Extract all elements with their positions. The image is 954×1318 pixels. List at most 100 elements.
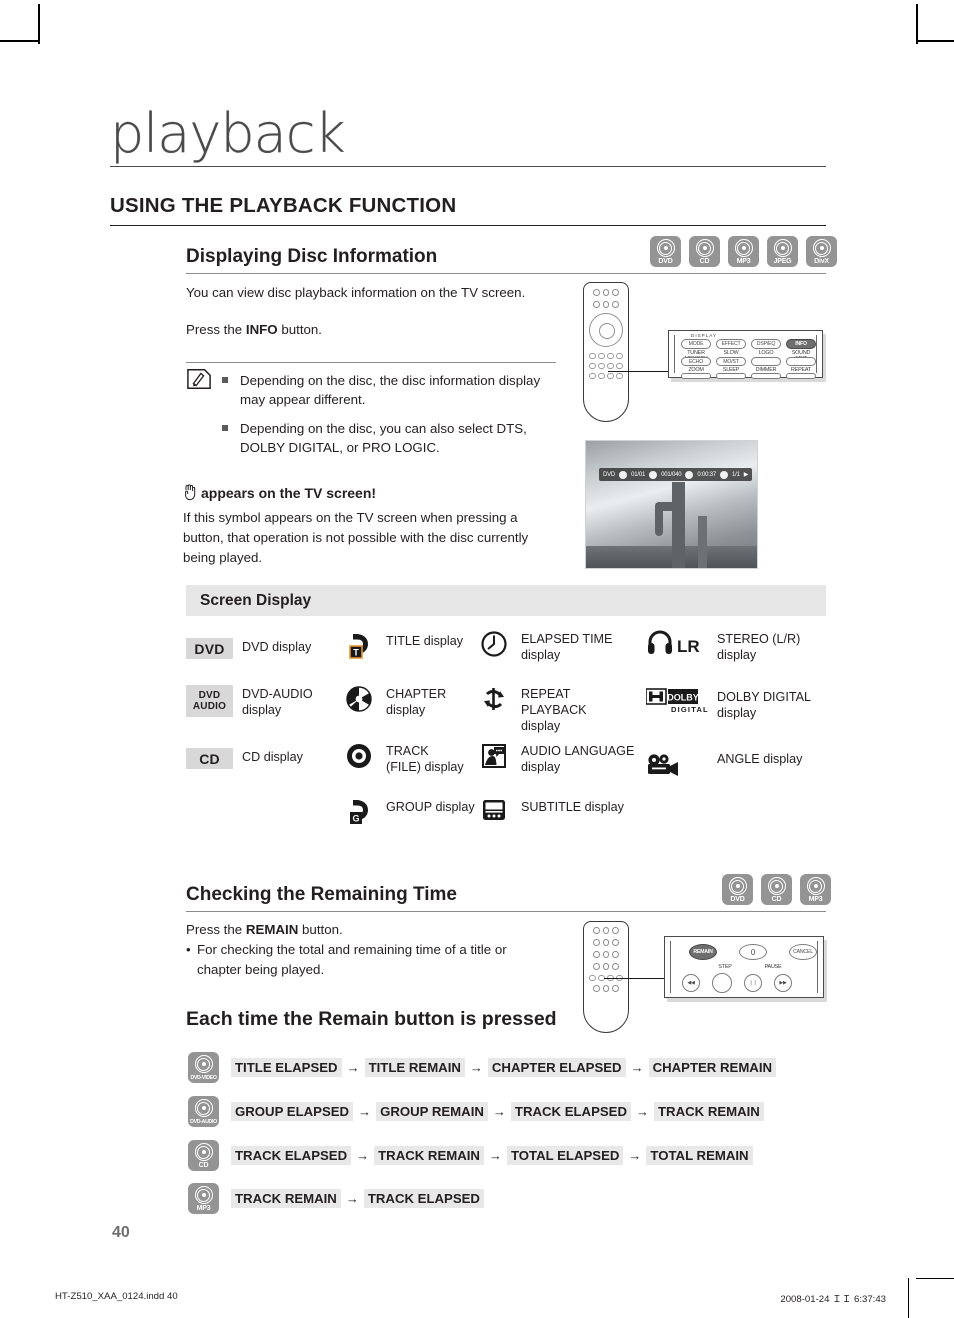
cd-tag-text: CD <box>199 750 220 767</box>
disc-icon <box>194 1099 213 1117</box>
sequence-item: TRACK REMAIN <box>654 1102 764 1121</box>
tv-osd-bar: DVD 01/01 001/040 0:00:37 1/1 ▶ <box>599 468 753 481</box>
chapter-title-block: playback <box>110 103 826 167</box>
headphone-icon: LR <box>646 630 708 656</box>
bullet-text: For checking the total and remaining tim… <box>197 942 507 977</box>
media-badge-label: DVD <box>658 258 673 265</box>
osd-title-icon <box>619 470 628 479</box>
remote-label-step: STEP <box>718 964 732 970</box>
remote-button-sleep[interactable] <box>716 373 746 379</box>
crop-mark-top-left-h <box>0 40 40 42</box>
disc-icon <box>728 877 747 895</box>
sd-label-elapsed-time: ELAPSED TIME display <box>521 632 613 662</box>
sd-row-repeat: REPEAT PLAYBACK display <box>476 685 626 734</box>
media-badge-label: DVD-VIDEO <box>190 1075 217 1081</box>
crop-mark-bottom-right-v <box>908 1278 910 1318</box>
manual-page: playback USING THE PLAYBACK FUNCTION Dis… <box>0 0 954 1318</box>
media-badge-mp3: MP3 <box>728 236 759 267</box>
press-suffix: button. <box>277 322 322 337</box>
tv-screen-screenshot: DVD 01/01 001/040 0:00:37 1/1 ▶ <box>585 440 758 569</box>
sd-label-group: GROUP display <box>386 800 475 814</box>
media-badge-label: DVD <box>730 896 745 903</box>
remote-button-repeat[interactable] <box>786 373 816 379</box>
sd-label-dolby-digital: DOLBY DIGITAL display <box>717 690 811 720</box>
remote-button-logo[interactable] <box>751 357 781 366</box>
osd-disc-type: DVD <box>603 471 616 478</box>
crop-mark-top-right-v <box>916 4 918 44</box>
osd-title-value: 01/01 <box>631 471 646 478</box>
arrow-icon: → <box>356 1148 370 1163</box>
remote-button-echo[interactable]: ECHO <box>681 357 711 366</box>
sequence-item: TRACK ELAPSED <box>510 1102 631 1121</box>
arrow-icon: → <box>636 1104 649 1119</box>
remote-label-pause: PAUSE <box>764 964 782 970</box>
note-text: Depending on the disc, you can also sele… <box>240 421 527 455</box>
sequence-chain: TRACK REMAIN → TRACK ELAPSED <box>231 1189 484 1208</box>
footer-filename: HT-Z510_XAA_0124.indd 40 <box>55 1291 178 1302</box>
sd-row-subtitle: SUBTITLE display <box>476 798 624 822</box>
remote-button-zero[interactable]: 0 <box>739 944 767 960</box>
media-badge-divx: DivX <box>806 236 837 267</box>
media-badges-disc-info: DVD CD MP3 JPEG DivX <box>650 236 837 267</box>
title-icon: T <box>341 632 377 660</box>
remote-button-cancel[interactable]: CANCEL <box>789 944 817 960</box>
media-badge-cd: CD <box>761 874 792 905</box>
remote-button-dimmer[interactable] <box>751 373 781 379</box>
press-prefix: Press the <box>186 922 246 937</box>
disc-icon <box>194 1143 213 1161</box>
info-button-callout: DISPLAY MODE EFFECT DSP/EQ INFO TUNER ME… <box>668 330 823 379</box>
osd-chapter-icon <box>649 470 658 479</box>
info-button-name: INFO <box>245 322 278 337</box>
media-badge-mp3: MP3 <box>800 874 831 905</box>
remote-button-step[interactable] <box>712 973 732 993</box>
remote-button-pause[interactable]: ❘❘ <box>744 974 762 992</box>
remote-button-mode[interactable]: MODE <box>681 339 711 349</box>
sequence-row-cd: CD TRACK ELAPSED → TRACK REMAIN → TOTAL … <box>188 1140 753 1171</box>
media-badge-label: MP3 <box>196 1205 211 1212</box>
media-badge-label: DivX <box>814 258 829 265</box>
media-badge-cd: CD <box>188 1140 219 1171</box>
remote-button-sound-edit[interactable] <box>786 357 816 366</box>
svg-text:DOLBY: DOLBY <box>667 693 699 703</box>
clock-icon <box>476 630 512 658</box>
disc-icon <box>194 1055 213 1073</box>
sd-row-dvd: DVD DVD display <box>186 638 311 659</box>
remote-button-next[interactable]: ▶▶ <box>774 974 792 992</box>
subtitle-icon <box>476 798 512 822</box>
remote-button-zoom[interactable] <box>681 373 711 379</box>
media-badge-label: DVD-AUDIO <box>190 1119 217 1125</box>
remote-button-prev[interactable]: ◀◀ <box>682 974 700 992</box>
osd-elapsed-value: 0:00:37 <box>697 471 717 478</box>
track-icon <box>341 742 377 770</box>
sequence-row-dvd-video: DVD-VIDEO TITLE ELAPSED → TITLE REMAIN →… <box>188 1052 777 1083</box>
sd-label-repeat: REPEAT PLAYBACK display <box>521 687 587 733</box>
remote-button-remain[interactable]: REMAIN <box>689 944 717 960</box>
sequence-item: GROUP ELAPSED <box>231 1102 354 1121</box>
sd-row-elapsed-time: ELAPSED TIME display <box>476 630 626 663</box>
note-item: Depending on the disc, the disc informat… <box>222 371 556 409</box>
remain-button-callout: REMAIN 0 CANCEL STEP PAUSE ◀◀ ❘❘ ▶▶ <box>664 936 824 998</box>
sd-row-audio-language: AUDIO LANGUAGE display <box>476 742 641 775</box>
disc-icon <box>773 239 792 257</box>
sequence-chain: GROUP ELAPSED → GROUP REMAIN → TRACK ELA… <box>231 1102 764 1121</box>
media-badge-dvd-audio: DVD-AUDIO <box>188 1096 219 1127</box>
sd-row-group: G GROUP display <box>341 798 475 826</box>
angle-camera-icon <box>646 750 708 778</box>
media-badge-label: MP3 <box>808 896 823 903</box>
media-badge-label: CD <box>198 1162 209 1169</box>
remote-button-effect[interactable]: EFFECT <box>716 339 746 349</box>
osd-clock-icon <box>685 470 694 479</box>
remote-button-info[interactable]: INFO <box>786 339 816 349</box>
media-badge-label: CD <box>699 258 710 265</box>
sd-label-subtitle: SUBTITLE display <box>521 800 624 814</box>
sequence-item: CHAPTER REMAIN <box>648 1058 777 1077</box>
svg-text:G: G <box>352 814 359 824</box>
media-badge-dvd: DVD <box>650 236 681 267</box>
arrow-icon: → <box>358 1104 372 1119</box>
remote-button-most[interactable]: MO/ST <box>716 357 746 366</box>
subheading-divider-1 <box>186 273 826 274</box>
sd-label-dvd: DVD display <box>242 640 312 654</box>
remote-button-dspeq[interactable]: DSP/EQ <box>751 339 781 349</box>
callout-leader-line-remain <box>604 978 670 980</box>
osd-chapter-value: 001/040 <box>661 471 682 478</box>
